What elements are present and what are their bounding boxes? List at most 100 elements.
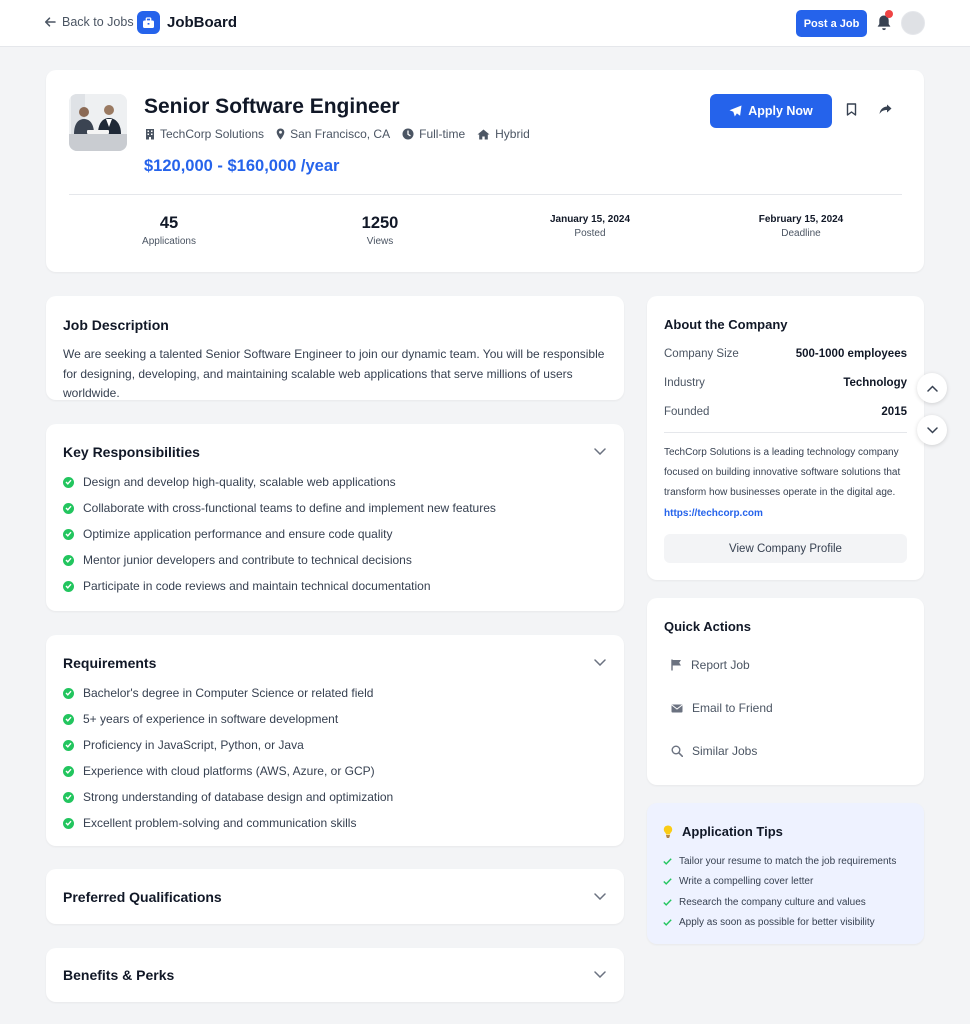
list-item: Design and develop high-quality, scalabl… xyxy=(63,469,496,495)
tips-title: Application Tips xyxy=(682,824,783,839)
scroll-down-button[interactable] xyxy=(917,415,947,445)
row-key: Industry xyxy=(664,377,705,389)
check-icon xyxy=(663,878,672,886)
benefits-perks-card[interactable]: Benefits & Perks xyxy=(46,948,624,1002)
list-item: Proficiency in JavaScript, Python, or Ja… xyxy=(63,732,393,758)
map-pin-icon xyxy=(276,128,285,140)
email-to-friend-action[interactable]: Email to Friend xyxy=(671,701,773,715)
responsibilities-card: Key Responsibilities Design and develop … xyxy=(46,424,624,611)
chevron-down-icon[interactable] xyxy=(594,448,606,455)
user-avatar[interactable] xyxy=(901,11,925,35)
salary-range: $120,000 - $160,000 /year xyxy=(144,157,340,175)
report-job-action[interactable]: Report Job xyxy=(671,658,750,672)
tips-list: Tailor your resume to match the job requ… xyxy=(663,851,896,933)
section-title: Preferred Qualifications xyxy=(63,889,222,905)
chevron-down-icon[interactable] xyxy=(594,971,606,978)
stat-deadline: February 15, 2024 Deadline xyxy=(701,214,901,239)
list-item-text: 5+ years of experience in software devel… xyxy=(83,712,339,726)
company-divider xyxy=(664,432,907,433)
list-item-text: Participate in code reviews and maintain… xyxy=(83,579,431,593)
view-company-profile-button[interactable]: View Company Profile xyxy=(664,534,907,563)
header-divider xyxy=(69,194,902,195)
tip-text: Write a compelling cover letter xyxy=(679,876,814,888)
apply-now-label: Apply Now xyxy=(748,104,813,118)
share-button[interactable] xyxy=(879,104,892,115)
stat-value: 45 xyxy=(159,214,179,232)
list-item-text: Optimize application performance and ens… xyxy=(83,527,393,541)
job-type: Full-time xyxy=(419,127,466,141)
list-item-text: Excellent problem-solving and communicat… xyxy=(83,816,357,830)
similar-jobs-action[interactable]: Similar Jobs xyxy=(671,744,757,758)
check-icon xyxy=(663,919,672,927)
check-circle-icon xyxy=(63,713,74,725)
stat-value: 1250 xyxy=(361,214,399,232)
tip-item: Tailor your resume to match the job requ… xyxy=(663,851,896,872)
check-circle-icon xyxy=(63,765,74,777)
list-item: Collaborate with cross-functional teams … xyxy=(63,495,496,521)
check-circle-icon xyxy=(63,739,74,751)
check-circle-icon xyxy=(63,554,74,566)
tips-header: Application Tips xyxy=(663,824,783,839)
bookmark-icon xyxy=(846,103,857,116)
lightbulb-icon xyxy=(663,825,673,838)
check-circle-icon xyxy=(63,528,74,540)
founded-row: Founded 2015 xyxy=(664,406,907,418)
paper-plane-icon xyxy=(729,105,742,117)
section-title: Requirements xyxy=(63,655,157,671)
job-header-card: Senior Software Engineer TechCorp Soluti… xyxy=(46,70,924,272)
stat-applications: 45 Applications xyxy=(69,214,269,247)
list-item: Mentor junior developers and contribute … xyxy=(63,547,496,573)
apply-now-button[interactable]: Apply Now xyxy=(710,94,832,128)
list-item: Excellent problem-solving and communicat… xyxy=(63,810,393,836)
notification-dot xyxy=(885,10,893,18)
post-job-button[interactable]: Post a Job xyxy=(796,10,867,37)
top-navbar: Back to Jobs JobBoard Post a Job xyxy=(0,0,970,47)
list-item-text: Bachelor's degree in Computer Science or… xyxy=(83,686,374,700)
section-title: Benefits & Perks xyxy=(63,967,175,983)
about-company-card: About the Company Company Size 500-1000 … xyxy=(647,296,924,580)
work-mode: Hybrid xyxy=(495,127,530,141)
arrow-left-icon xyxy=(44,17,56,27)
tip-text: Tailor your resume to match the job requ… xyxy=(679,855,897,867)
stat-label: Posted xyxy=(574,228,606,239)
building-icon xyxy=(146,129,154,140)
company-name: TechCorp Solutions xyxy=(160,127,265,141)
chevron-down-icon[interactable] xyxy=(594,893,606,900)
tip-item: Write a compelling cover letter xyxy=(663,872,896,893)
stat-views: 1250 Views xyxy=(280,214,480,247)
section-title: Key Responsibilities xyxy=(63,444,200,460)
row-value: 500-1000 employees xyxy=(795,348,907,360)
section-title: About the Company xyxy=(664,317,788,332)
chevron-down-icon[interactable] xyxy=(594,659,606,666)
job-description-card: Job Description We are seeking a talente… xyxy=(46,296,624,400)
search-icon xyxy=(671,745,683,757)
preferred-qualifications-card[interactable]: Preferred Qualifications xyxy=(46,869,624,924)
company-size-row: Company Size 500-1000 employees xyxy=(664,348,907,360)
check-circle-icon xyxy=(63,476,74,488)
row-value: Technology xyxy=(843,377,907,389)
list-item-text: Proficiency in JavaScript, Python, or Ja… xyxy=(83,738,304,752)
section-title: Quick Actions xyxy=(664,619,751,634)
stat-label: Views xyxy=(366,236,394,247)
share-icon xyxy=(879,104,892,114)
list-item: Participate in code reviews and maintain… xyxy=(63,573,496,599)
bookmark-button[interactable] xyxy=(846,103,857,116)
quick-actions-card: Quick Actions Report Job Email to Friend… xyxy=(647,598,924,785)
section-title: Job Description xyxy=(63,317,169,333)
flag-icon xyxy=(671,659,681,671)
list-item: Optimize application performance and ens… xyxy=(63,521,496,547)
list-item: Strong understanding of database design … xyxy=(63,784,393,810)
responsibilities-list: Design and develop high-quality, scalabl… xyxy=(63,469,496,599)
brand-name: JobBoard xyxy=(167,14,238,31)
list-item-text: Strong understanding of database design … xyxy=(83,790,394,804)
check-circle-icon xyxy=(63,817,74,829)
brand-logo[interactable]: JobBoard xyxy=(137,11,237,34)
company-website-link[interactable]: https://techcorp.com xyxy=(664,508,763,519)
briefcase-icon xyxy=(137,11,160,34)
action-label: Report Job xyxy=(691,658,750,672)
back-to-jobs-link[interactable]: Back to Jobs xyxy=(44,15,134,29)
row-key: Company Size xyxy=(664,348,739,360)
company-about-text: TechCorp Solutions is a leading technolo… xyxy=(664,447,901,498)
scroll-up-button[interactable] xyxy=(917,373,947,403)
requirements-card: Requirements Bachelor's degree in Comput… xyxy=(46,635,624,846)
